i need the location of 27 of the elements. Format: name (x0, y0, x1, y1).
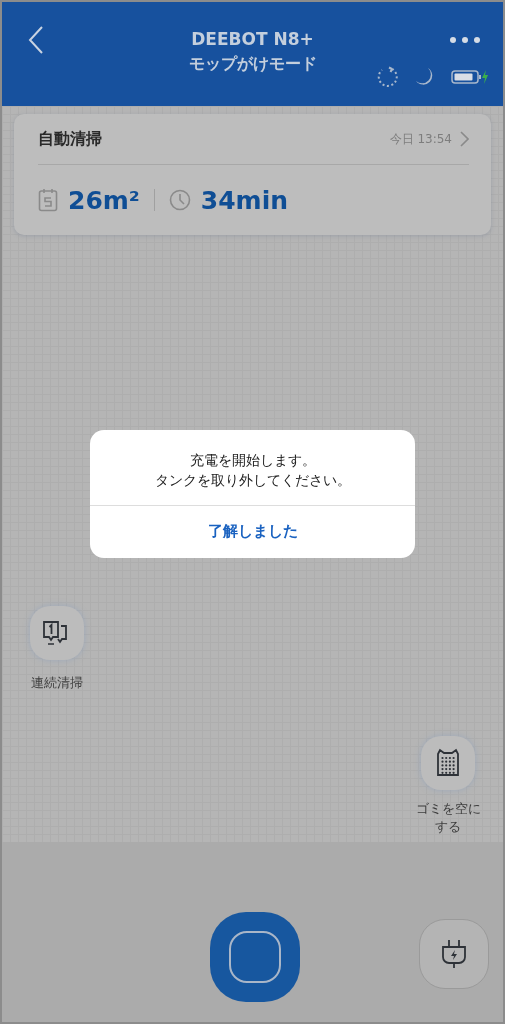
continuous-clean-button[interactable] (30, 606, 84, 660)
ok-button[interactable]: 了解しました (90, 505, 415, 558)
alert-message-line: 充電を開始します。 (189, 451, 316, 470)
alert-message-line: タンクを取り外してください。 (154, 471, 351, 491)
area-value: 26m² (68, 185, 140, 215)
area-icon (38, 188, 58, 212)
record-time: 今日 13:54 (389, 130, 452, 148)
button-caption: 連続清掃 (30, 674, 84, 692)
start-button[interactable] (210, 912, 300, 1002)
button-caption: ゴミを空にする (414, 800, 482, 836)
empty-dust-button[interactable] (421, 736, 475, 790)
duration-value: 34min (200, 185, 288, 215)
moon-icon[interactable] (415, 67, 435, 87)
device-title: DEEBOT N8+ (191, 29, 314, 49)
back-icon[interactable] (28, 26, 44, 54)
square-ring-icon (229, 931, 281, 983)
battery-icon (451, 69, 489, 85)
dust-bag-icon (436, 748, 460, 778)
mode-subtitle: モップがけモード (188, 54, 317, 75)
clock-icon (168, 189, 191, 211)
refresh-icon[interactable] (377, 66, 399, 88)
charge-button[interactable] (419, 919, 489, 989)
more-icon[interactable] (449, 36, 481, 44)
record-card[interactable]: 自動清掃 今日 13:54 26m² 34min (14, 114, 491, 235)
mode-label: 自動清掃 (38, 128, 103, 150)
plug-icon (441, 939, 467, 969)
chevron-right-icon (460, 131, 469, 147)
